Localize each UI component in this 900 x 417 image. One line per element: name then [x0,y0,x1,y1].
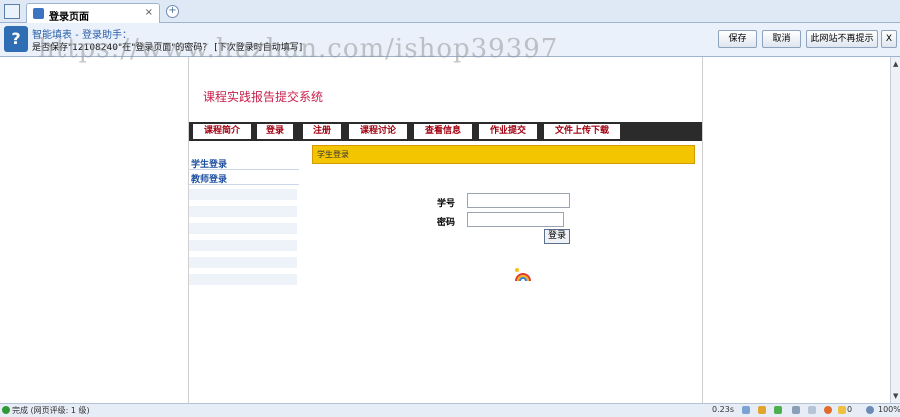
scissors-icon[interactable] [742,406,750,414]
blocked-count: 0 [847,405,853,414]
nav-register[interactable]: 注册 [303,124,341,139]
id-label: 学号 [437,199,456,209]
main-nav: 课程简介 登录 注册 课程讨论 查看信息 作业提交 文件上传下载 [189,122,702,141]
site-header: 课程实践报告提交系统 [189,57,702,121]
adblock-icon[interactable] [838,406,846,414]
tab-title: 登录页面 [49,12,89,23]
status-bar: 完成 (网页评级: 1 级) 0.23s 0 100% [0,403,900,417]
nav-file-upload[interactable]: 文件上传下载 [544,124,620,139]
window-icon[interactable] [4,4,20,19]
record-icon[interactable] [824,406,832,414]
sidebar-blank-row [189,240,297,251]
done-check-icon [2,406,10,414]
site-title: 课程实践报告提交系统 [203,90,324,104]
panel-title: 学生登录 [317,150,349,159]
sidebar-item-student-login[interactable]: 学生登录 [189,157,299,170]
key-icon: ? [4,26,28,52]
status-done: 完成 (网页评级: 1 级) [12,406,90,415]
nav-discussion[interactable]: 课程讨论 [349,124,407,139]
close-notify-button[interactable]: X [881,30,897,48]
never-prompt-button[interactable]: 此网站不再提示 [806,30,878,48]
browser-tab[interactable]: 登录页面 × [26,3,160,23]
cancel-button[interactable]: 取消 [762,30,801,48]
new-tab-icon[interactable]: + [166,5,179,18]
volume-icon[interactable] [792,406,800,414]
sidebar-blank-row [189,189,297,200]
load-time: 0.23s [712,405,734,414]
scroll-down-icon[interactable]: ▼ [893,392,898,400]
nav-homework-submit[interactable]: 作业提交 [479,124,537,139]
nav-login[interactable]: 登录 [257,124,293,139]
rainbow-icon [515,268,531,282]
login-submit-button[interactable]: 登录 [544,229,570,244]
right-margin [702,57,891,403]
save-button[interactable]: 保存 [718,30,757,48]
sidebar-blank-row [189,223,297,234]
password-input[interactable] [467,212,564,227]
download-icon[interactable] [774,406,782,414]
nav-view-info[interactable]: 查看信息 [414,124,472,139]
nav-course-intro[interactable]: 课程简介 [193,124,251,139]
password-label: 密码 [437,218,456,228]
close-tab-icon[interactable]: × [145,7,153,18]
zoom-icon[interactable] [866,406,874,414]
sidebar-blank-row [189,206,297,217]
sidebar: 学生登录 教师登录 [189,153,299,293]
zoom-level[interactable]: 100% [878,405,900,414]
sidebar-blank-row [189,274,297,285]
sidebar-item-teacher-login[interactable]: 教师登录 [189,172,299,185]
page-content: 课程实践报告提交系统 课程简介 登录 注册 课程讨论 查看信息 作业提交 文件上… [189,57,702,403]
sidebar-blank-row [189,257,297,268]
window-icon-small[interactable] [808,406,816,414]
watermark-text: https://www.huzhan.com/ishop39397 [38,34,559,64]
vertical-scrollbar[interactable]: ▲ ▼ [890,57,900,403]
browser-tab-bar: 登录页面 × + [0,0,900,23]
hand-icon[interactable] [758,406,766,414]
left-margin [0,57,189,403]
login-panel-header: 学生登录 [312,145,695,164]
scroll-up-icon[interactable]: ▲ [893,60,898,68]
student-id-input[interactable] [467,193,570,208]
page-favicon-icon [33,8,44,19]
